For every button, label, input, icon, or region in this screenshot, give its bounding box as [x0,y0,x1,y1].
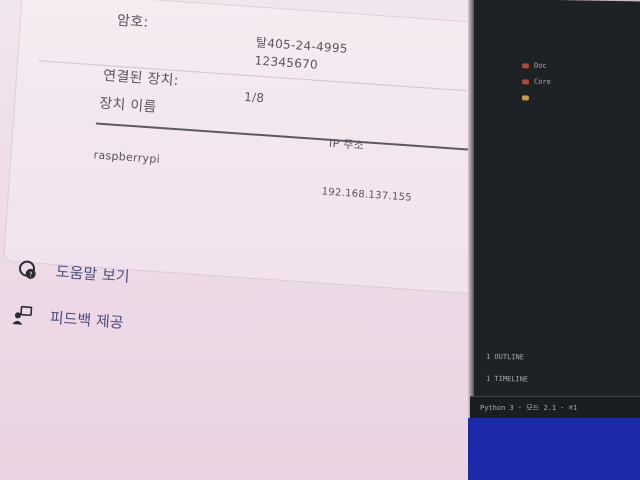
device-name-cell: raspberrypi [93,148,161,167]
settings-panel: 암호: 탈405-24-4995 12345670 연결된 장치: 1/8 장치… [0,0,493,480]
status-text: Python 3 · 모드 2.1 · ⌘1 [480,404,578,412]
ip-address-cell: 192.168.137.155 [321,186,413,204]
gutter-marker [522,95,529,101]
terminal-line: Core [534,77,551,86]
password-label: 암호: [116,12,149,31]
device-name-header: 장치 이름 [98,95,158,116]
terminal-panel: Doc Core 1 OUTLINE 1 TIMELINE [474,0,640,422]
gutter-marker [522,63,529,69]
feedback-icon [11,305,33,326]
password-value-2: 12345670 [254,53,319,72]
taskbar [468,418,640,480]
connected-devices-value: 1/8 [243,89,265,106]
ip-address-header: IP 주소 [328,136,365,153]
connected-devices-label: 연결된 장치: [102,67,180,90]
table-header-divider [95,122,474,151]
terminal-line: Doc [534,61,547,70]
gutter-marker [522,79,529,85]
feedback-link[interactable]: 피드백 제공 [11,304,124,333]
password-value-1: 탈405-24-4995 [255,35,349,56]
help-label: 도움말 보기 [55,262,131,286]
hotspot-info-card: 암호: 탈405-24-4995 12345670 연결된 장치: 1/8 장치… [3,0,493,295]
terminal-line: 1 TIMELINE [486,374,529,384]
feedback-label: 피드백 제공 [49,308,125,332]
editor-statusbar: Python 3 · 모드 2.1 · ⌘1 [470,396,640,419]
photographed-screen: 암호: 탈405-24-4995 12345670 연결된 장치: 1/8 장치… [0,0,640,480]
terminal-line: 1 OUTLINE [486,352,524,362]
help-icon: ? [17,259,38,280]
